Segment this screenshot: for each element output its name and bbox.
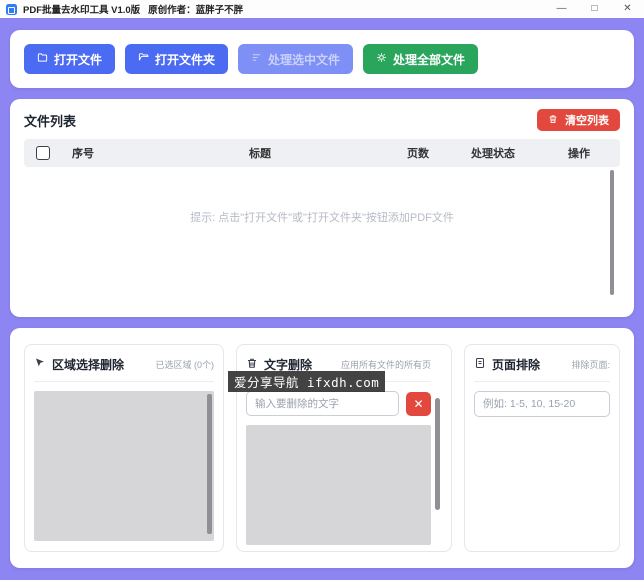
page-exclude-note: 排除页面: <box>571 360 610 370</box>
process-all-icon <box>376 52 387 66</box>
area-select-title: 区域选择删除 <box>52 358 125 372</box>
trash-icon <box>246 357 258 372</box>
clear-text-button[interactable]: ✕ <box>406 391 431 416</box>
clear-list-label: 清空列表 <box>565 115 609 127</box>
open-folder-label: 打开文件夹 <box>155 52 216 67</box>
column-title: 标题 <box>249 148 271 160</box>
maximize-button[interactable]: □ <box>578 0 611 18</box>
text-delete-note: 应用所有文件的所有页 <box>340 360 431 370</box>
area-select-count: 已选区域 (0个) <box>155 360 214 370</box>
page-exclude-title: 页面排除 <box>492 358 541 372</box>
open-file-label: 打开文件 <box>54 52 103 67</box>
process-selected-label: 处理选中文件 <box>268 52 341 67</box>
file-list-scrollbar[interactable] <box>610 170 614 295</box>
column-status: 处理状态 <box>471 148 515 160</box>
tools-card: 区域选择删除 已选区域 (0个) 文字删除 应用所有文件的所有页 ✕ <box>10 328 634 568</box>
column-index: 序号 <box>72 148 94 160</box>
empty-list-hint: 提示: 点击"打开文件"或"打开文件夹"按钮添加PDF文件 <box>190 212 454 224</box>
open-folder-button[interactable]: 打开文件夹 <box>125 44 229 74</box>
delete-text-input[interactable] <box>246 391 399 416</box>
column-pages: 页数 <box>407 148 429 160</box>
select-all-checkbox[interactable] <box>36 146 50 160</box>
app-icon <box>6 3 17 15</box>
text-delete-scrollbar[interactable] <box>435 398 440 510</box>
column-action: 操作 <box>568 148 590 160</box>
close-button[interactable]: ✕ <box>611 0 644 18</box>
page-exclude-input[interactable] <box>474 391 610 417</box>
titlebar: PDF批量去水印工具 V1.0版 原创作者：蓝胖子不胖 — □ ✕ <box>0 0 644 18</box>
process-selected-icon <box>251 52 262 66</box>
process-selected-button[interactable]: 处理选中文件 <box>238 44 354 74</box>
text-delete-list <box>246 425 431 545</box>
folder-icon <box>37 52 48 66</box>
window-controls: — □ ✕ <box>545 0 644 18</box>
area-select-panel: 区域选择删除 已选区域 (0个) <box>24 344 224 552</box>
page-exclude-panel: 页面排除 排除页面: <box>464 344 620 552</box>
toolbar: 打开文件 打开文件夹 处理选中文件 处理全部文件 <box>10 30 634 88</box>
open-file-button[interactable]: 打开文件 <box>24 44 116 74</box>
process-all-button[interactable]: 处理全部文件 <box>363 44 479 74</box>
area-select-list <box>34 391 214 541</box>
window-title: PDF批量去水印工具 V1.0版 原创作者：蓝胖子不胖 <box>23 5 244 16</box>
folder-open-icon <box>138 52 149 66</box>
minimize-button[interactable]: — <box>545 0 578 18</box>
document-icon <box>474 357 486 372</box>
process-all-label: 处理全部文件 <box>393 52 466 67</box>
file-list-title: 文件列表 <box>24 113 77 129</box>
clear-list-button[interactable]: 清空列表 <box>537 109 620 131</box>
area-select-scrollbar[interactable] <box>207 394 212 534</box>
trash-icon <box>548 114 558 127</box>
site-watermark: 爱分享导航 ifxdh.com <box>228 371 386 392</box>
main-area: 打开文件 打开文件夹 处理选中文件 处理全部文件 文件列表 清空列表 序号 标题 <box>0 18 644 580</box>
pointer-icon <box>34 357 46 372</box>
table-header: 序号 标题 页数 处理状态 操作 <box>24 139 620 167</box>
file-list-card: 文件列表 清空列表 序号 标题 页数 处理状态 操作 提示: 点击"打开文件"或… <box>10 99 634 317</box>
